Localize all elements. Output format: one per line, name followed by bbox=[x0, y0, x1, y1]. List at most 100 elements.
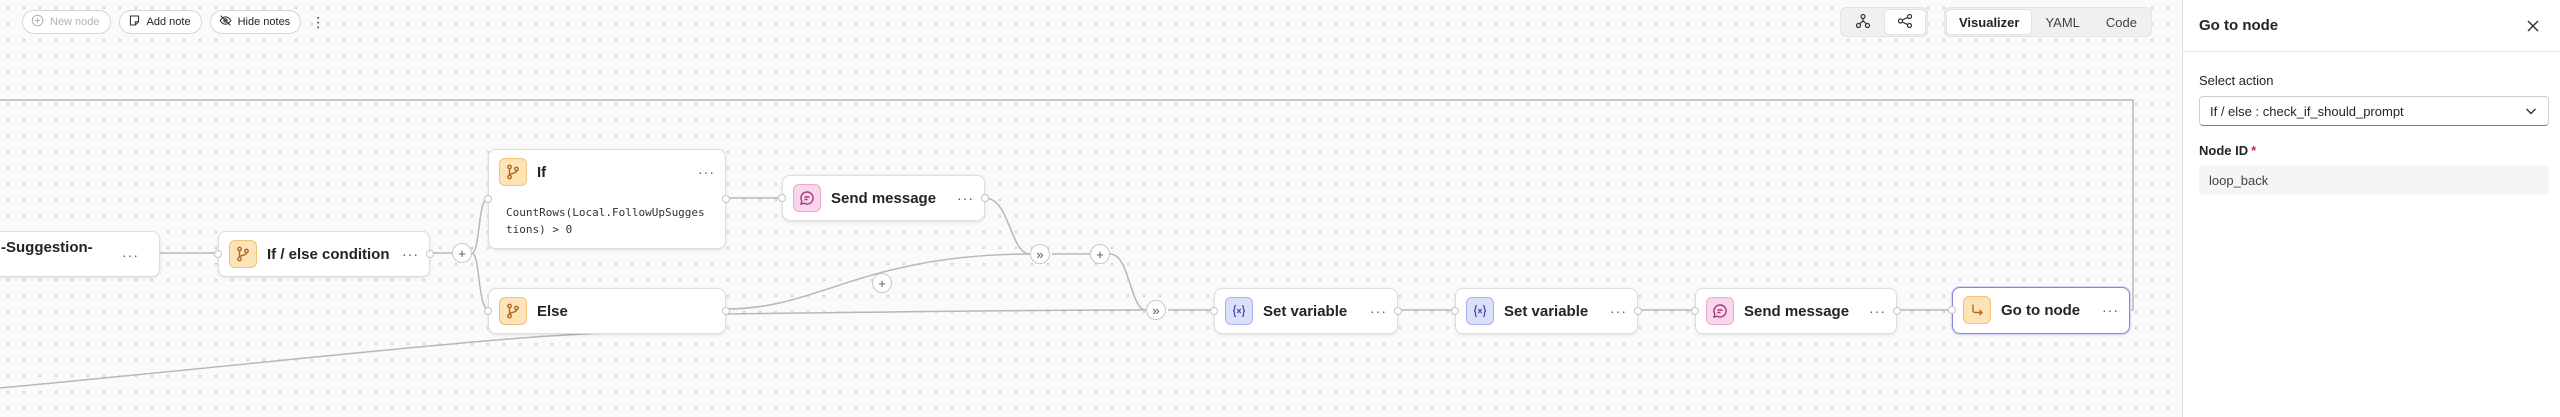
input-port[interactable] bbox=[484, 307, 492, 315]
toolbar-more-button[interactable]: ⋮ bbox=[309, 10, 327, 34]
properties-panel: Go to node Select action If / else : che… bbox=[2182, 0, 2560, 417]
send-message-node-1[interactable]: Send message ··· bbox=[778, 175, 989, 221]
new-node-button[interactable]: New node bbox=[22, 10, 111, 34]
input-port[interactable] bbox=[214, 250, 222, 258]
input-port[interactable] bbox=[484, 195, 492, 203]
node-title: If bbox=[537, 163, 547, 181]
required-marker: * bbox=[2251, 143, 2257, 158]
if-branch-node[interactable]: If ··· CountRows(Local.FollowUpSuggestio… bbox=[484, 149, 730, 249]
canvas-toolbar: New node Add note Hide notes ⋮ bbox=[22, 10, 327, 34]
input-port[interactable] bbox=[1451, 307, 1459, 315]
node-head: Send message ··· bbox=[793, 184, 974, 212]
layout-toggle bbox=[1840, 7, 1928, 37]
tab-yaml[interactable]: YAML bbox=[2033, 10, 2091, 34]
node-id-value: loop_back bbox=[2209, 172, 2269, 188]
node-more-button[interactable]: ··· bbox=[1869, 303, 1886, 319]
select-action-label: Select action bbox=[2199, 73, 2274, 88]
node-head: If ··· bbox=[499, 158, 715, 186]
hierarchy-icon bbox=[1855, 13, 1871, 32]
tab-visualizer[interactable]: Visualizer bbox=[1947, 10, 2032, 34]
merge-icon: » bbox=[1030, 244, 1050, 264]
input-port[interactable] bbox=[1691, 307, 1699, 315]
edge-split-if bbox=[471, 197, 489, 254]
edge-else-merge2 bbox=[725, 309, 1147, 315]
new-node-label: New node bbox=[50, 16, 100, 28]
node-id-label: Node ID * bbox=[2199, 143, 2256, 158]
share-view-button[interactable] bbox=[1885, 10, 1925, 34]
input-port[interactable] bbox=[1210, 307, 1218, 315]
flow-canvas[interactable]: New node Add note Hide notes ⋮ Visualize… bbox=[0, 0, 2182, 417]
if-else-condition-node[interactable]: If / else condition ··· bbox=[214, 231, 434, 277]
select-action-dropdown[interactable]: If / else : check_if_should_prompt bbox=[2199, 96, 2549, 126]
topic-node-partial[interactable]: -Suggestion- ··· bbox=[0, 231, 160, 277]
node-more-button[interactable]: ··· bbox=[1370, 303, 1387, 319]
note-icon bbox=[128, 14, 141, 30]
output-port[interactable] bbox=[981, 194, 989, 202]
node-id-label-text: Node ID bbox=[2199, 143, 2249, 158]
node-title: Send message bbox=[831, 189, 937, 207]
branch-icon bbox=[229, 240, 257, 268]
output-port[interactable] bbox=[722, 307, 730, 315]
node-more-button[interactable]: ··· bbox=[2102, 302, 2119, 318]
add-note-button[interactable]: Add note bbox=[118, 10, 202, 34]
redirect-arrow-icon bbox=[1963, 296, 1991, 324]
node-head: If / else condition ··· bbox=[229, 240, 419, 268]
variable-icon bbox=[1466, 297, 1494, 325]
hide-notes-label: Hide notes bbox=[237, 16, 291, 28]
branch-icon bbox=[499, 297, 527, 325]
panel-header: Go to node bbox=[2183, 0, 2560, 52]
node-title: If / else condition bbox=[267, 245, 390, 263]
view-mode-tabs: Visualizer YAML Code bbox=[1944, 7, 2152, 37]
node-head: Send message ··· bbox=[1706, 297, 1886, 325]
node-head: Go to node ··· bbox=[1963, 296, 2119, 324]
close-icon[interactable] bbox=[2522, 15, 2544, 37]
node-head: Set variable ··· bbox=[1225, 297, 1387, 325]
node-more-button[interactable]: ··· bbox=[957, 190, 974, 206]
add-step-button[interactable]: + bbox=[1090, 244, 1110, 264]
send-message-node-2[interactable]: Send message ··· bbox=[1691, 288, 1901, 334]
add-note-label: Add note bbox=[146, 16, 191, 28]
node-title: Set variable bbox=[1504, 302, 1589, 320]
output-port[interactable] bbox=[1893, 307, 1901, 315]
node-head: Set variable ··· bbox=[1466, 297, 1627, 325]
node-id-field[interactable]: loop_back bbox=[2199, 165, 2549, 195]
output-port[interactable] bbox=[1394, 307, 1402, 315]
output-port[interactable] bbox=[426, 250, 434, 258]
edge-sendmsg-merge bbox=[984, 197, 1031, 255]
else-branch-node[interactable]: Else bbox=[484, 288, 730, 334]
go-to-node-node[interactable]: Go to node ··· bbox=[1948, 287, 2130, 334]
node-more-button[interactable]: ··· bbox=[698, 164, 715, 180]
message-icon bbox=[793, 184, 821, 212]
share-nodes-icon bbox=[1897, 13, 1913, 32]
select-action-value: If / else : check_if_should_prompt bbox=[2210, 103, 2404, 119]
set-variable-node-2[interactable]: Set variable ··· bbox=[1451, 288, 1642, 334]
node-title: Go to node bbox=[2001, 301, 2081, 319]
panel-title: Go to node bbox=[2199, 17, 2279, 34]
condition-expression: CountRows(Local.FollowUpSuggestions) > 0 bbox=[506, 206, 705, 236]
chevron-down-icon bbox=[2524, 104, 2538, 118]
message-icon bbox=[1706, 297, 1734, 325]
tab-code[interactable]: Code bbox=[2094, 10, 2149, 34]
output-port[interactable] bbox=[1634, 307, 1642, 315]
input-port[interactable] bbox=[1948, 306, 1956, 314]
set-variable-node-1[interactable]: Set variable ··· bbox=[1210, 288, 1402, 334]
input-port[interactable] bbox=[778, 194, 786, 202]
hierarchy-view-button[interactable] bbox=[1843, 10, 1883, 34]
node-more-button[interactable]: ··· bbox=[1610, 303, 1627, 319]
variable-icon bbox=[1225, 297, 1253, 325]
node-title: Else bbox=[537, 302, 568, 320]
node-more-button[interactable]: ··· bbox=[402, 246, 419, 262]
hide-notes-button[interactable]: Hide notes bbox=[209, 10, 302, 34]
branch-icon bbox=[499, 158, 527, 186]
add-circle-icon bbox=[31, 14, 44, 30]
output-port[interactable] bbox=[722, 195, 730, 203]
loop-back-edge bbox=[0, 99, 2134, 311]
add-branch-button[interactable]: + bbox=[452, 243, 472, 263]
topic-node-title: -Suggestion- bbox=[1, 238, 93, 256]
node-title: Send message bbox=[1744, 302, 1850, 320]
edge-offscreen-merge2 bbox=[0, 332, 641, 389]
node-more-button[interactable]: ··· bbox=[122, 247, 139, 263]
edge-plus-merge2 bbox=[1109, 253, 1147, 311]
merge-icon: » bbox=[1146, 300, 1166, 320]
add-step-button[interactable]: + bbox=[872, 273, 892, 293]
